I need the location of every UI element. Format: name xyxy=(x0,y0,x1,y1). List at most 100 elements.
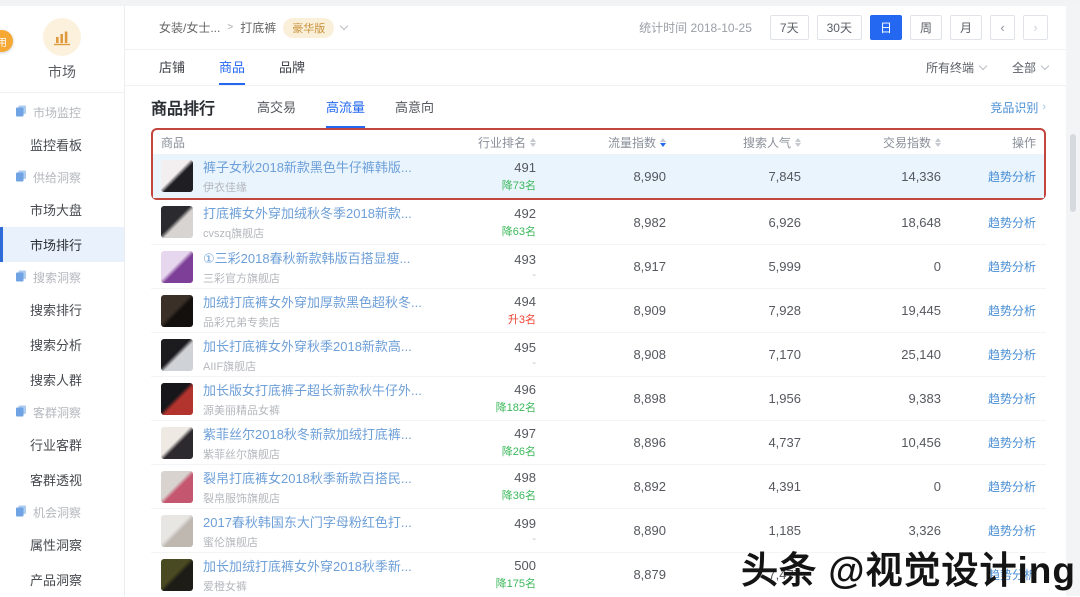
tab-商品[interactable]: 商品 xyxy=(219,50,245,85)
chevron-down-icon[interactable] xyxy=(340,22,348,30)
action-cell: 趋势分析 xyxy=(941,168,1036,185)
trend-analysis-link[interactable]: 趋势分析 xyxy=(988,524,1036,538)
rank-change: 降36名 xyxy=(426,487,536,503)
trend-analysis-link[interactable]: 趋势分析 xyxy=(988,480,1036,494)
breadcrumb[interactable]: 女装/女士... > 打底裤 豪华版 xyxy=(159,18,347,38)
next-period-button[interactable]: › xyxy=(1023,15,1048,40)
column-header-text: 搜索人气 xyxy=(743,134,791,151)
range-button-30天[interactable]: 30天 xyxy=(817,15,862,40)
product-thumbnail[interactable] xyxy=(161,251,193,283)
industry-rank-cell: 493- xyxy=(426,252,536,281)
right-gutter xyxy=(1066,6,1080,596)
product-thumbnail[interactable] xyxy=(161,160,193,192)
trend-analysis-link[interactable]: 趋势分析 xyxy=(988,304,1036,318)
column-header-流量指数[interactable]: 流量指数 xyxy=(536,134,666,151)
trend-analysis-link[interactable]: 趋势分析 xyxy=(988,436,1036,450)
range-button-周[interactable]: 周 xyxy=(910,15,942,40)
industry-rank-value: 499 xyxy=(426,516,536,531)
sidebar-group-text: 客群洞察 xyxy=(33,404,81,421)
product-title-link[interactable]: 打底裤女外穿加绒秋冬季2018新款... xyxy=(203,203,412,222)
sidebar-item-客群透视[interactable]: 客群透视 xyxy=(0,462,124,497)
product-title-link[interactable]: 加长打底裤女外穿秋季2018新款高... xyxy=(203,336,412,355)
scrollbar-thumb[interactable] xyxy=(1070,134,1076,212)
sidebar-item-行业客群[interactable]: 行业客群 xyxy=(0,427,124,462)
search-popularity-value: 1,185 xyxy=(666,523,801,538)
sidebar-item-搜索排行[interactable]: 搜索排行 xyxy=(0,292,124,327)
product-thumbnail[interactable] xyxy=(161,295,193,327)
product-thumbnail[interactable] xyxy=(161,471,193,503)
product-thumbnail[interactable] xyxy=(161,383,193,415)
transaction-index-value: 3,326 xyxy=(801,523,941,538)
terminal-filter-dropdown[interactable]: 所有终端 xyxy=(926,59,986,76)
sidebar-item-搜索人群[interactable]: 搜索人群 xyxy=(0,362,124,397)
tab-店铺[interactable]: 店铺 xyxy=(159,50,185,85)
range-button-7天[interactable]: 7天 xyxy=(770,15,809,40)
ranking-subtabs: 高交易高流量高意向 xyxy=(257,86,434,128)
product-title-link[interactable]: 裂帛打底裤女2018秋季新款百搭民... xyxy=(203,468,412,487)
rank-change: 降182名 xyxy=(426,399,536,415)
rank-change: 降73名 xyxy=(426,177,536,193)
product-row: 裂帛打底裤女2018秋季新款百搭民...裂帛服饰旗舰店498降36名8,8924… xyxy=(151,464,1046,508)
breadcrumb-current[interactable]: 打底裤 xyxy=(240,19,276,36)
subtab-高流量[interactable]: 高流量 xyxy=(326,86,365,128)
column-header-搜索人气[interactable]: 搜索人气 xyxy=(666,134,801,151)
product-title-link[interactable]: 加长加绒打底裤女外穿2018秋季新... xyxy=(203,556,412,575)
sidebar-item-搜索分析[interactable]: 搜索分析 xyxy=(0,327,124,362)
product-thumbnail[interactable] xyxy=(161,427,193,459)
search-popularity-value: 6,926 xyxy=(666,215,801,230)
traffic-index-value: 8,909 xyxy=(536,303,666,318)
docs-icon xyxy=(15,505,27,520)
product-thumbnail[interactable] xyxy=(161,339,193,371)
trend-analysis-link[interactable]: 趋势分析 xyxy=(988,216,1036,230)
shop-name: 源美丽精品女裤 xyxy=(203,402,422,418)
product-title-link[interactable]: ①三彩2018春秋新款韩版百搭显瘦... xyxy=(203,248,410,267)
range-button-月[interactable]: 月 xyxy=(950,15,982,40)
sidebar-group-label: 供给洞察 xyxy=(0,162,124,192)
traffic-index-value: 8,896 xyxy=(536,435,666,450)
sidebar-item-监控看板[interactable]: 监控看板 xyxy=(0,127,124,162)
traffic-index-value: 8,917 xyxy=(536,259,666,274)
search-popularity-value: 1,956 xyxy=(666,391,801,406)
tab-品牌[interactable]: 品牌 xyxy=(279,50,305,85)
sidebar-item-产品洞察[interactable]: 产品洞察 xyxy=(0,562,124,597)
subtab-高意向[interactable]: 高意向 xyxy=(395,86,434,128)
product-title-link[interactable]: 裤子女秋2018新款黑色牛仔裤韩版... xyxy=(203,157,412,176)
column-header-行业排名[interactable]: 行业排名 xyxy=(426,134,536,151)
product-info: 打底裤女外穿加绒秋冬季2018新款...cvszq旗舰店 xyxy=(203,203,412,241)
industry-rank-value: 500 xyxy=(426,558,536,573)
first-row-slot: 裤子女秋2018新款黑色牛仔裤韩版...伊衣佳缘491降73名8,9907,84… xyxy=(153,154,1044,198)
trend-analysis-link[interactable]: 趋势分析 xyxy=(988,170,1036,184)
product-info: 加长打底裤女外穿秋季2018新款高...AIIF旗舰店 xyxy=(203,336,412,374)
traffic-index-value: 8,890 xyxy=(536,523,666,538)
competitor-identify-link[interactable]: 竞品识别 › xyxy=(990,99,1046,116)
breadcrumb-parent[interactable]: 女装/女士... xyxy=(159,19,220,36)
product-thumbnail[interactable] xyxy=(161,206,193,238)
product-title-link[interactable]: 紫菲丝尔2018秋冬新款加绒打底裤... xyxy=(203,424,412,443)
product-info: 紫菲丝尔2018秋冬新款加绒打底裤...紫菲丝尔旗舰店 xyxy=(203,424,412,462)
trend-analysis-link[interactable]: 趋势分析 xyxy=(988,260,1036,274)
trend-analysis-link[interactable]: 趋势分析 xyxy=(988,392,1036,406)
range-button-日[interactable]: 日 xyxy=(870,15,902,40)
chevron-down-icon xyxy=(979,62,987,70)
product-thumbnail[interactable] xyxy=(161,515,193,547)
shop-name: 三彩官方旗舰店 xyxy=(203,270,410,286)
sidebar-item-属性洞察[interactable]: 属性洞察 xyxy=(0,527,124,562)
industry-rank-cell: 497降26名 xyxy=(426,426,536,459)
panel-title: 商品排行 xyxy=(151,95,215,119)
column-header-交易指数[interactable]: 交易指数 xyxy=(801,134,941,151)
product-title-link[interactable]: 加长版女打底裤子超长新款秋牛仔外... xyxy=(203,380,422,399)
sidebar-item-市场大盘[interactable]: 市场大盘 xyxy=(0,192,124,227)
prev-period-button[interactable]: ‹ xyxy=(990,15,1015,40)
table-body: 打底裤女外穿加绒秋冬季2018新款...cvszq旗舰店492降63名8,982… xyxy=(151,200,1046,596)
sidebar-group-label: 搜索洞察 xyxy=(0,262,124,292)
product-title-link[interactable]: 2017春秋韩国东大门字母粉红色打... xyxy=(203,512,412,531)
product-title-link[interactable]: 加绒打底裤女外穿加厚款黑色超秋冬... xyxy=(203,292,422,311)
version-badge: 豪华版 xyxy=(283,18,334,38)
action-cell: 趋势分析 xyxy=(941,258,1036,275)
trend-analysis-link[interactable]: 趋势分析 xyxy=(988,348,1036,362)
scope-filter-dropdown[interactable]: 全部 xyxy=(1012,59,1048,76)
subtab-高交易[interactable]: 高交易 xyxy=(257,86,296,128)
sidebar-item-市场排行[interactable]: 市场排行 xyxy=(0,227,124,262)
product-thumbnail[interactable] xyxy=(161,559,193,591)
transaction-index-value: 0 xyxy=(801,259,941,274)
